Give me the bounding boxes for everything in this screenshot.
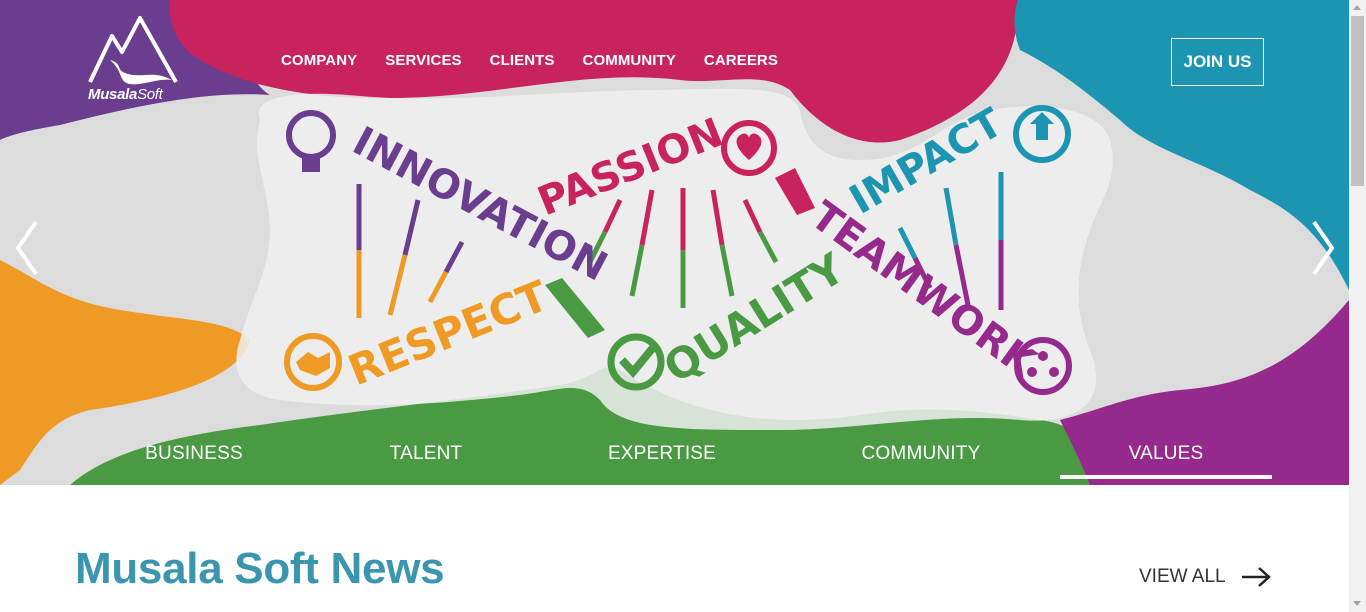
main-nav: COMPANY SERVICES CLIENTS COMMUNITY CAREE… [267,48,792,73]
hero-slider: INNOVATION PASSION IMPACT RESPECT QUALIT… [0,0,1349,485]
scroll-up-icon[interactable] [1353,5,1361,10]
logo-wordmark-bold: Musala [88,86,138,103]
value-quality: QUALITY [655,243,853,392]
value-passion: PASSION [532,110,730,226]
nav-services[interactable]: SERVICES [371,48,475,73]
lightbulb-icon [286,110,336,172]
tab-values[interactable]: VALUES [1060,436,1272,480]
logo-wordmark[interactable]: MusalaSoft [88,86,163,103]
impact-icon [1013,105,1071,163]
nav-careers[interactable]: CAREERS [690,48,792,73]
nav-community[interactable]: COMMUNITY [569,48,690,73]
scrollbar-thumb[interactable] [1351,16,1364,186]
heart-icon [721,120,777,176]
scroll-down-icon[interactable] [1353,601,1361,606]
nav-clients[interactable]: CLIENTS [476,48,569,73]
handshake-icon [284,333,342,391]
view-all-link[interactable]: VIEW ALL [1139,566,1272,588]
join-us-button[interactable]: JOIN US [1171,38,1264,86]
tab-business[interactable]: BUSINESS [118,436,270,480]
checkmark-icon [607,333,665,391]
arrow-right-icon [1241,567,1271,587]
logo-wordmark-thin: Soft [137,86,163,103]
news-section-title: Musala Soft News [75,544,445,593]
active-tab-indicator [1060,475,1272,479]
tab-community[interactable]: COMMUNITY [840,436,1002,480]
tab-talent[interactable]: TALENT [350,436,502,480]
tab-expertise[interactable]: EXPERTISE [586,436,738,480]
view-all-label: VIEW ALL [1139,566,1226,587]
slider-next-arrow-icon[interactable] [1308,218,1338,278]
value-respect: RESPECT [341,271,555,395]
slider-prev-arrow-icon[interactable] [12,218,42,278]
nav-company[interactable]: COMPANY [267,48,371,73]
hero-tabs: BUSINESS TALENT EXPERTISE COMMUNITY VALU… [0,436,1349,485]
value-impact: IMPACT [842,100,1011,224]
